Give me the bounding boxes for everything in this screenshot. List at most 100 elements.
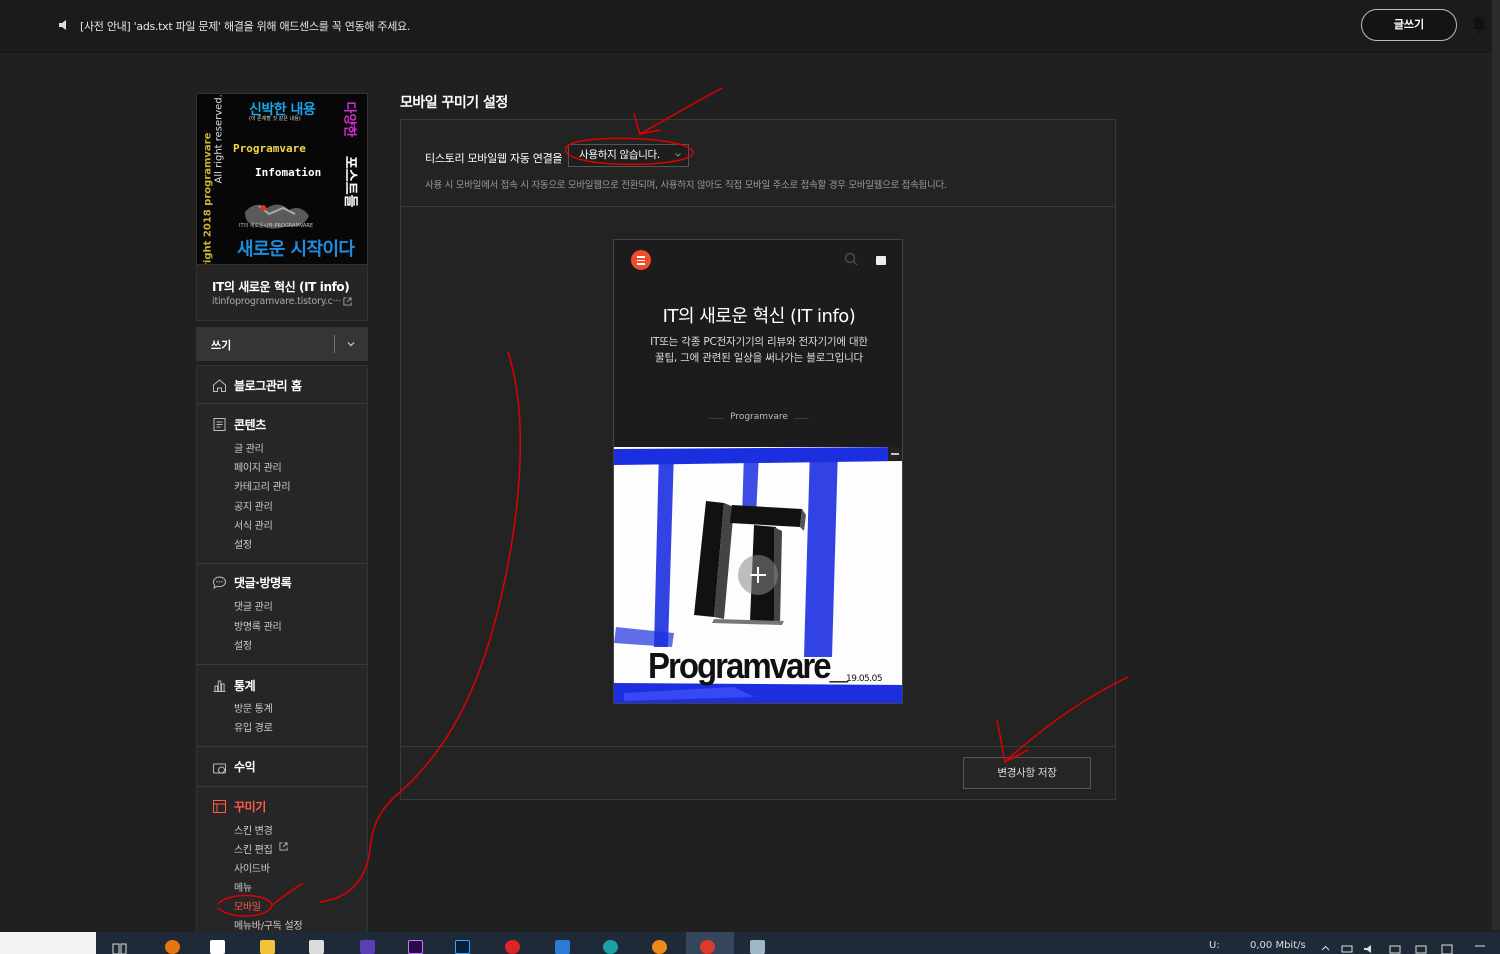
admin-sidebar-nav: 블로그관리 홈 콘텐츠 글 관리 페이지 관리 카테고리 관리 공지 관리 서식…	[196, 365, 368, 935]
cover-vertical-posts: 포스트들	[342, 156, 358, 208]
nav-skin-change[interactable]: 스킨 변경	[234, 822, 273, 837]
tray-label: U:	[1209, 940, 1220, 951]
cover-date-text: 19.05.05	[846, 674, 883, 684]
nav-group-revenue: 수익	[197, 747, 367, 787]
panel-divider	[401, 746, 1115, 747]
app-icon-orange[interactable]	[165, 940, 180, 954]
save-changes-button[interactable]: 변경사항 저장	[963, 757, 1091, 789]
blog-profile-image[interactable]: 신박한 내용 (이 존재할 것 같은 내용) Programvare Infom…	[196, 93, 368, 265]
top-notice-bar: [사전 안내] 'ads.txt 파일 문제' 해결을 위해 애드센스를 꼭 연…	[0, 0, 1500, 930]
preview-author-name: Programvare	[724, 412, 794, 422]
edge-icon[interactable]	[603, 940, 618, 954]
notification-icon[interactable]	[1440, 940, 1455, 954]
nav-guestbook-manage[interactable]: 방명록 관리	[234, 618, 282, 633]
taskbar-search-box[interactable]	[0, 932, 96, 954]
nav-content-settings[interactable]: 설정	[234, 536, 252, 551]
auto-connect-value: 사용하지 않습니다.	[579, 149, 660, 161]
nav-blog-admin-home[interactable]: 블로그관리 홈	[234, 377, 302, 394]
file-explorer-icon[interactable]	[260, 940, 275, 954]
nav-skin-edit[interactable]: 스킨 편집	[234, 841, 273, 856]
chevron-up-icon[interactable]	[1318, 940, 1333, 954]
network-icon[interactable]	[1388, 940, 1403, 954]
nav-sidebar[interactable]: 사이드바	[234, 860, 270, 875]
search-icon	[844, 252, 858, 266]
mobile-preview: IT의 새로운 혁신 (IT info) IT또는 각종 PC전자기기의 리뷰와…	[613, 239, 903, 704]
page-title: 모바일 꾸미기 설정	[400, 95, 508, 111]
revenue-icon	[213, 763, 226, 774]
nav-stats-title[interactable]: 통계	[234, 677, 256, 694]
nav-group-home: 블로그관리 홈	[197, 366, 367, 404]
nav-comment-manage[interactable]: 댓글 관리	[234, 598, 273, 613]
app-icon-red[interactable]	[505, 940, 520, 954]
nav-comments-settings[interactable]: 설정	[234, 637, 252, 652]
cover-small-caption: IT의 새로운시작-PROGRAMVARE	[239, 223, 313, 229]
nav-group-decorate: 꾸미기 스킨 변경 스킨 편집 사이드바 메뉴 모바일 메뉴바/구독 설정	[197, 787, 367, 936]
nav-notice-manage[interactable]: 공지 관리	[234, 498, 273, 513]
nav-post-manage[interactable]: 글 관리	[234, 440, 264, 455]
ads-notice-text[interactable]: [사전 안내] 'ads.txt 파일 문제' 해결을 위해 애드센스를 꼭 연…	[80, 18, 410, 34]
comment-icon	[212, 576, 227, 589]
nav-decorate-title[interactable]: 꾸미기	[234, 798, 266, 815]
store-icon[interactable]	[309, 940, 324, 954]
nav-menu[interactable]: 메뉴	[234, 879, 252, 894]
auto-connect-label: 티스토리 모바일웹 자동 연결을	[425, 152, 563, 165]
nav-template-manage[interactable]: 서식 관리	[234, 517, 273, 532]
profile-icon	[876, 256, 886, 265]
app-icon-gray[interactable]	[750, 940, 765, 954]
layout-icon	[213, 800, 226, 813]
preview-author: Programvare	[614, 412, 904, 422]
action-center-icon[interactable]	[1473, 940, 1488, 954]
auto-connect-select[interactable]: 사용하지 않습니다.	[568, 144, 689, 167]
chevron-down-icon[interactable]	[346, 339, 356, 349]
write-label[interactable]: 쓰기	[211, 337, 231, 353]
cover-brand-text: Programvare_	[648, 645, 848, 686]
cover-brand: Programvare	[233, 142, 306, 155]
premiere-icon[interactable]	[408, 940, 423, 954]
nav-visit-stats[interactable]: 방문 통계	[234, 700, 273, 715]
cover-vertical-various: 다양한	[341, 101, 357, 138]
external-link-icon[interactable]	[279, 842, 288, 851]
network-speed: 0,00 Mbit/s	[1250, 940, 1306, 951]
amazon-icon[interactable]	[210, 940, 225, 954]
nav-referrer[interactable]: 유입 경로	[234, 719, 273, 734]
nav-content-title[interactable]: 콘텐츠	[234, 416, 266, 433]
bar-chart-icon	[213, 680, 226, 692]
firefox-icon[interactable]	[652, 940, 667, 954]
language-icon[interactable]	[1414, 940, 1429, 954]
volume-icon[interactable]	[1362, 940, 1377, 954]
task-view-icon[interactable]	[112, 940, 127, 954]
cover-info: Infomation	[255, 166, 322, 179]
blog-title[interactable]: IT의 새로운 혁신 (IT info)	[212, 278, 350, 295]
chrome-icon[interactable]	[700, 940, 715, 954]
photoshop-icon[interactable]	[455, 940, 470, 954]
blog-profile-card[interactable]: IT의 새로운 혁신 (IT info) itinfoprogramvare.t…	[196, 265, 368, 321]
windows-taskbar: U: 0,00 Mbit/s	[0, 932, 1500, 954]
nav-comments-title[interactable]: 댓글·방명록	[234, 574, 292, 591]
document-icon	[213, 418, 226, 431]
bell-icon[interactable]	[1471, 16, 1487, 34]
nav-revenue-title[interactable]: 수익	[234, 758, 256, 775]
panel-divider	[401, 206, 1115, 207]
cover-vertical-rights: All right reserved.	[213, 94, 225, 184]
media-encoder-icon[interactable]	[360, 940, 375, 954]
cover-slogan: 새로운 시작이다	[237, 239, 355, 260]
external-link-icon[interactable]	[343, 297, 352, 306]
auto-connect-help: 사용 시 모바일에서 접속 시 자동으로 모바일웹으로 전환되며, 사용하지 않…	[425, 180, 947, 191]
write-dropdown-bar[interactable]: 쓰기	[196, 327, 368, 361]
nav-category-manage[interactable]: 카테고리 관리	[234, 478, 291, 493]
preview-cover-image: IT Programvare_ 19.05.05	[614, 447, 902, 703]
blog-url[interactable]: itinfoprogramvare.tistory.c···	[212, 296, 341, 307]
nav-group-content: 콘텐츠 글 관리 페이지 관리 카테고리 관리 공지 관리 서식 관리 설정	[197, 404, 367, 564]
preview-blog-description: IT또는 각종 PC전자기기의 리뷰와 전자기기에 대한 꿀팁, 그에 관련된 …	[650, 336, 868, 364]
cover-vertical-copyright: copyright 2018 programvare	[202, 132, 214, 265]
cover-headline-sub: (이 존재할 것 같은 내용)	[249, 116, 301, 122]
nav-menubar-subscribe[interactable]: 메뉴바/구독 설정	[234, 917, 303, 932]
page-scrollbar[interactable]	[1492, 0, 1500, 930]
mail-icon[interactable]	[555, 940, 570, 954]
nav-mobile[interactable]: 모바일	[234, 898, 261, 913]
hamburger-menu-icon	[631, 250, 651, 270]
nav-group-stats: 통계 방문 통계 유입 경로	[197, 665, 367, 747]
battery-icon[interactable]	[1340, 940, 1355, 954]
write-post-button[interactable]: 글쓰기	[1361, 9, 1457, 41]
nav-page-manage[interactable]: 페이지 관리	[234, 459, 282, 474]
